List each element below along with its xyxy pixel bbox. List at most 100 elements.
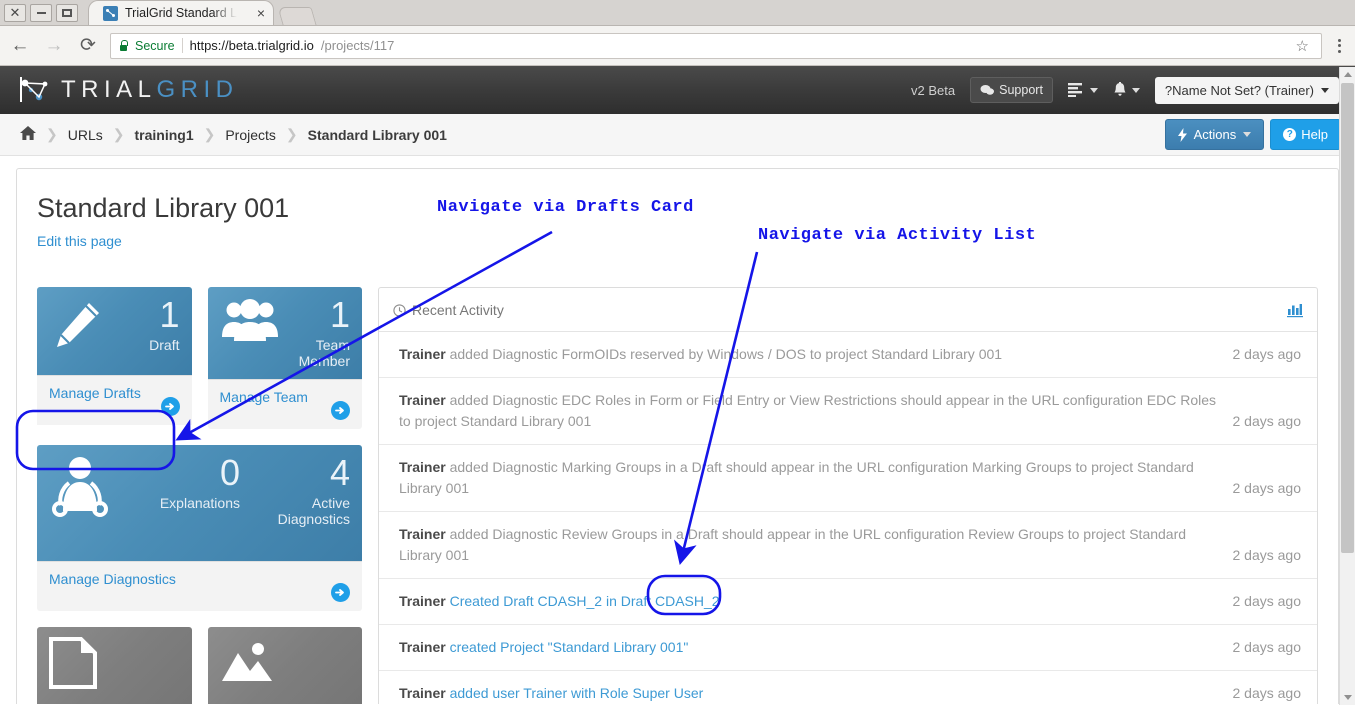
url-path: /projects/117 <box>320 38 395 53</box>
pencil-icon <box>49 297 105 353</box>
page-viewport: TRIALGRID v2 Beta Support ?Name Not Set?… <box>0 66 1355 704</box>
doctor-icon <box>49 455 111 519</box>
activity-row[interactable]: Trainer added Diagnostic Review Groups i… <box>379 512 1317 579</box>
drafts-count: 1 <box>159 294 180 335</box>
notifications-button[interactable] <box>1113 82 1140 98</box>
file-icon <box>49 637 99 690</box>
logo-primary: TRIAL <box>61 76 157 103</box>
activity-actor: Trainer <box>399 526 446 542</box>
clock-icon <box>393 303 406 317</box>
team-metric: 1 Team Member <box>288 297 350 370</box>
url-host: https://beta.trialgrid.io <box>189 38 314 53</box>
team-card[interactable]: 1 Team Member Manage Team <box>207 287 362 430</box>
activity-row[interactable]: Trainer added Diagnostic EDC Roles in Fo… <box>379 378 1317 445</box>
diagnostics-card-footer[interactable]: Manage Diagnostics <box>37 561 362 612</box>
trialgrid-logo-icon <box>20 77 48 102</box>
team-card-footer[interactable]: Manage Team <box>207 379 362 430</box>
diagnostics-card[interactable]: 0 Explanations 4 Active Diagnostics Mana… <box>37 445 362 612</box>
app-logo[interactable]: TRIALGRID <box>18 75 239 105</box>
help-button[interactable]: ? Help <box>1270 119 1341 150</box>
breadcrumb-separator: ❯ <box>203 126 216 142</box>
breadcrumb-bar: ❯ URLs ❯ training1 ❯ Projects ❯ Standard… <box>0 114 1355 156</box>
manage-drafts-link[interactable]: Manage Drafts <box>49 385 141 401</box>
breadcrumb-home-icon[interactable] <box>20 126 36 143</box>
forward-icon[interactable]: → <box>42 36 66 55</box>
activity-row[interactable]: Trainer created Project "Standard Librar… <box>379 625 1317 671</box>
activity-row[interactable]: Trainer added Diagnostic Marking Groups … <box>379 445 1317 512</box>
user-menu-label: ?Name Not Set? (Trainer) <box>1164 82 1314 98</box>
images-card-header <box>207 627 362 704</box>
activity-actor: Trainer <box>399 685 446 701</box>
activity-timestamp: 2 days ago <box>1232 547 1302 563</box>
active-diagnostics-count: 4 <box>329 452 350 494</box>
window-close-button[interactable]: ✕ <box>4 3 26 22</box>
arrow-right-icon[interactable] <box>331 401 350 421</box>
arrow-right-icon[interactable] <box>331 583 350 603</box>
breadcrumb-item-training1[interactable]: training1 <box>134 127 193 143</box>
explanations-label: Explanations <box>159 495 240 512</box>
activity-text: Trainer added user Trainer with Role Sup… <box>399 683 1223 704</box>
breadcrumb-actions: Actions ? Help <box>1164 119 1341 150</box>
drafts-card[interactable]: 1 Draft Manage Drafts <box>37 287 192 429</box>
activity-description[interactable]: created Project "Standard Library 001" <box>446 639 689 655</box>
support-button[interactable]: Support <box>970 77 1053 103</box>
page-scrollbar[interactable] <box>1339 67 1355 705</box>
back-icon[interactable]: ← <box>8 36 32 55</box>
browser-tab[interactable]: TrialGrid Standard L × <box>88 0 274 25</box>
activity-description[interactable]: added user Trainer with Role Super User <box>446 685 704 701</box>
stat-card-row: 0 Explanations 4 Active Diagnostics Mana… <box>37 445 362 612</box>
arrow-right-icon[interactable] <box>160 397 180 416</box>
activity-timestamp: 2 days ago <box>1232 413 1302 429</box>
app-navbar: TRIALGRID v2 Beta Support ?Name Not Set?… <box>0 66 1355 114</box>
list-icon <box>1067 83 1082 97</box>
dashboard: 1 Draft Manage Drafts 1 Team Member Mana… <box>37 287 1318 704</box>
scroll-down-icon[interactable] <box>1340 690 1355 705</box>
new-tab-button[interactable] <box>277 7 317 25</box>
browser-menu-icon[interactable] <box>1332 38 1347 53</box>
activity-description[interactable]: Created Draft CDASH_2 in Draft CDASH_2 <box>446 593 720 609</box>
diagnostics-metrics: 0 Explanations 4 Active Diagnostics <box>159 452 350 528</box>
user-menu-button[interactable]: ?Name Not Set? (Trainer) <box>1154 76 1339 104</box>
scroll-up-icon[interactable] <box>1340 67 1355 82</box>
manage-team-link[interactable]: Manage Team <box>220 389 308 405</box>
chevron-down-icon <box>1321 87 1329 93</box>
chat-icon <box>980 85 995 95</box>
manage-diagnostics-link[interactable]: Manage Diagnostics <box>49 571 176 587</box>
edit-page-link[interactable]: Edit this page <box>37 233 122 249</box>
tab-close-icon[interactable]: × <box>255 6 267 20</box>
activity-description: added Diagnostic EDC Roles in Form or Fi… <box>399 392 1217 429</box>
activity-row[interactable]: Trainer added user Trainer with Role Sup… <box>379 671 1317 704</box>
diagnostics-card-header: 0 Explanations 4 Active Diagnostics <box>37 445 362 562</box>
activity-row[interactable]: Trainer Created Draft CDASH_2 in Draft C… <box>379 579 1317 625</box>
chevron-down-icon <box>1243 132 1252 137</box>
address-bar[interactable]: Secure https://beta.trialgrid.io/project… <box>110 32 1322 59</box>
bookmark-star-icon[interactable]: ☆ <box>1292 37 1313 55</box>
activity-text: Trainer added Diagnostic Marking Groups … <box>399 457 1223 499</box>
active-diagnostics-label: Active Diagnostics <box>277 495 350 528</box>
project-panel: Standard Library 001 Edit this page 1 Dr… <box>16 168 1339 704</box>
page-title: Standard Library 001 <box>37 193 290 223</box>
activity-row[interactable]: Trainer added Diagnostic FormOIDs reserv… <box>379 332 1317 378</box>
recent-activity-panel: Recent Activity Trainer added Diagnostic… <box>378 287 1318 704</box>
images-card[interactable] <box>207 627 362 704</box>
breadcrumb-item-urls[interactable]: URLs <box>68 127 103 143</box>
breadcrumb-separator: ❯ <box>285 126 298 142</box>
list-menu-button[interactable] <box>1067 83 1098 97</box>
reload-icon[interactable]: ⟳ <box>76 36 100 55</box>
drafts-card-footer[interactable]: Manage Drafts <box>37 375 192 425</box>
trialgrid-favicon-icon <box>103 5 118 21</box>
actions-button[interactable]: Actions <box>1164 119 1265 150</box>
scrollbar-thumb[interactable] <box>1341 83 1354 553</box>
files-card[interactable] <box>37 627 192 704</box>
window-maximize-button[interactable] <box>56 3 78 22</box>
breadcrumb-item-projects[interactable]: Projects <box>225 127 276 143</box>
app-navbar-right: v2 Beta Support ?Name Not Set? (Trainer) <box>911 76 1339 104</box>
window-minimize-button[interactable] <box>30 3 52 22</box>
browser-toolbar: ← → ⟳ Secure https://beta.trialgrid.io/p… <box>0 26 1355 66</box>
activity-timestamp: 2 days ago <box>1232 639 1302 655</box>
team-label: Team Member <box>298 337 350 370</box>
activity-description: added Diagnostic Review Groups in a Draf… <box>399 526 1187 563</box>
question-icon: ? <box>1283 128 1297 141</box>
activity-timestamp: 2 days ago <box>1232 593 1302 609</box>
bar-chart-icon[interactable] <box>1287 303 1303 318</box>
